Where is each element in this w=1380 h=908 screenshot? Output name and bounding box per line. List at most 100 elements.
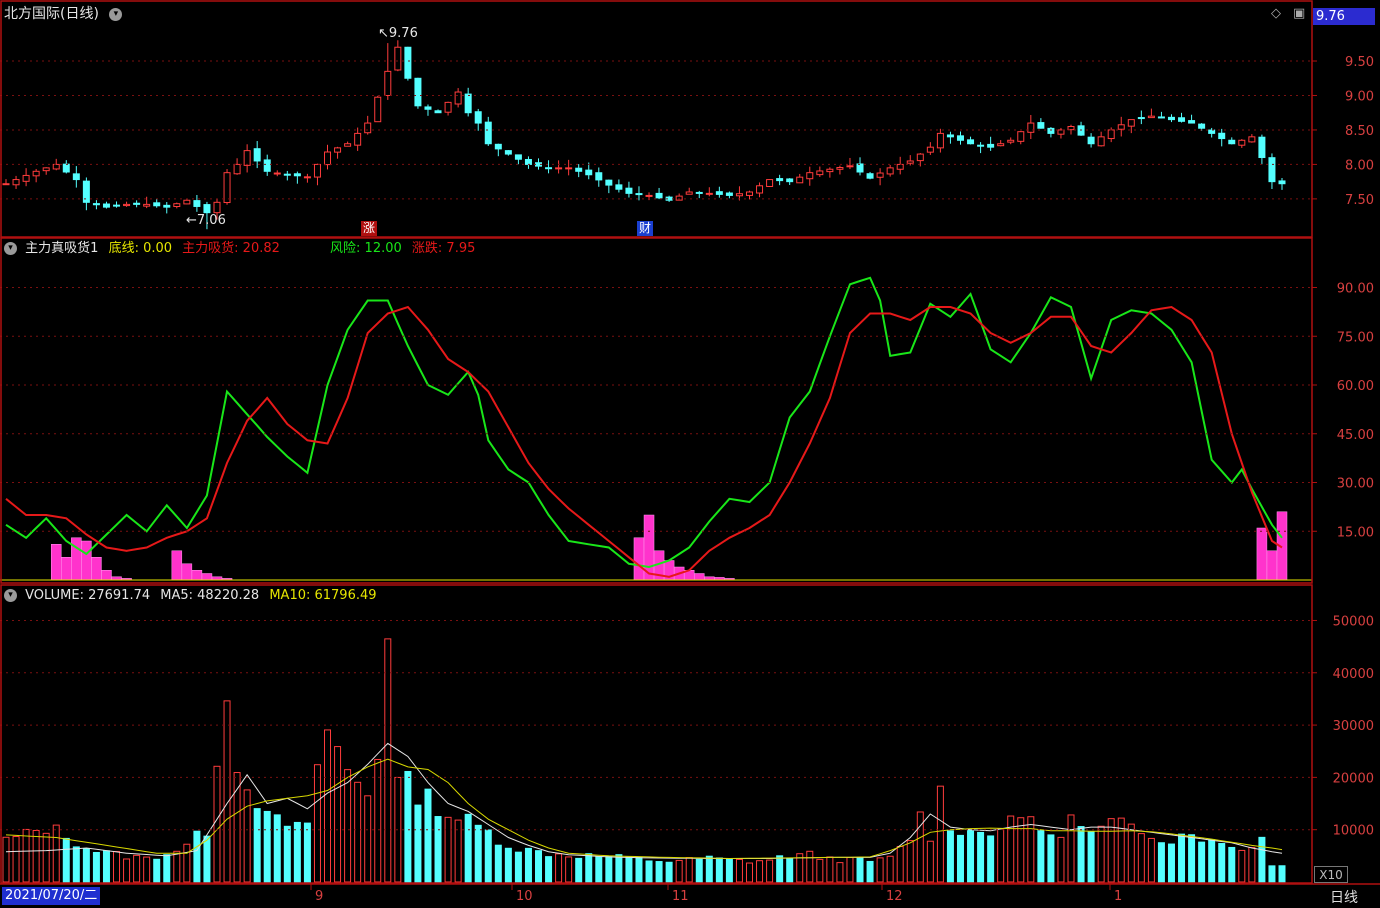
candlestick[interactable] [42,167,50,175]
volume-bar[interactable] [42,832,50,883]
volume-bar[interactable] [153,858,161,883]
candlestick[interactable] [1117,116,1125,137]
volume-bar[interactable] [464,813,472,883]
candlestick[interactable] [615,179,623,193]
volume-bar[interactable] [635,856,643,883]
volume-bar[interactable] [514,851,522,883]
candlestick[interactable] [233,158,241,175]
volume-bar[interactable] [253,808,261,883]
candlestick[interactable] [836,165,844,175]
volume-bar[interactable] [1258,836,1266,883]
candlestick[interactable] [133,200,141,208]
volume-bar[interactable] [1198,841,1206,883]
candlestick[interactable] [1137,110,1145,125]
volume-bar[interactable] [916,811,924,883]
volume-bar[interactable] [504,847,512,883]
candlestick[interactable] [1027,114,1035,140]
candlestick[interactable] [1007,137,1015,145]
price-panel[interactable] [2,40,1286,230]
candlestick[interactable] [987,136,995,151]
volume-bar[interactable] [956,834,964,883]
volume-bar[interactable] [293,821,301,883]
candlestick[interactable] [1188,114,1196,124]
candlestick[interactable] [62,160,70,174]
volume-bar[interactable] [926,840,934,883]
volume-bar[interactable] [1278,865,1286,883]
volume-bar[interactable] [524,847,532,883]
volume-bar[interactable] [474,824,482,883]
volume-bar[interactable] [1077,826,1085,883]
volume-bar[interactable] [685,857,693,883]
volume-bar[interactable] [324,729,332,883]
candlestick[interactable] [293,171,301,184]
candlestick[interactable] [926,142,934,155]
candlestick[interactable] [283,170,291,181]
volume-bar[interactable] [645,860,653,883]
volume-bar[interactable] [545,856,553,883]
volume-bar[interactable] [404,770,412,883]
volume-bar[interactable] [977,831,985,883]
volume-bar[interactable] [1248,846,1256,883]
volume-bar[interactable] [1017,817,1025,883]
candlestick[interactable] [414,77,422,109]
volume-bar[interactable] [494,844,502,883]
volume-bar[interactable] [826,856,834,883]
candlestick[interactable] [595,167,603,187]
candlestick[interactable] [1087,133,1095,148]
volume-bar[interactable] [595,856,603,883]
candlestick[interactable] [1097,131,1105,147]
candlestick[interactable] [273,170,281,177]
candlestick[interactable] [434,109,442,114]
volume-bar[interactable] [1167,843,1175,883]
candlestick[interactable] [575,164,583,178]
volume-bar[interactable] [163,854,171,883]
candlestick[interactable] [12,175,20,189]
volume-bar[interactable] [1178,833,1186,883]
volume-bar[interactable] [2,836,10,883]
volume-bar[interactable] [1208,839,1216,883]
candlestick[interactable] [444,101,452,116]
volume-bar[interactable] [1228,846,1236,883]
candlestick[interactable] [766,179,774,187]
diamond-icon[interactable]: ◇ [1271,6,1281,22]
volume-bar[interactable] [414,804,422,883]
candlestick[interactable] [102,201,110,209]
event-tag-up[interactable]: 涨 [361,221,378,236]
candlestick[interactable] [625,181,633,198]
volume-bar[interactable] [946,830,954,883]
volume-bar[interactable] [213,765,221,883]
volume-bar[interactable] [725,858,733,883]
volume-bar[interactable] [936,785,944,883]
volume-bar[interactable] [1037,830,1045,883]
volume-bar[interactable] [766,859,774,883]
candlestick[interactable] [334,146,342,159]
volume-bar[interactable] [615,854,623,883]
volume-bar[interactable] [364,795,372,883]
volume-bar[interactable] [745,862,753,883]
volume-bar[interactable] [193,830,201,883]
volume-bar[interactable] [273,814,281,883]
candlestick[interactable] [1157,111,1165,119]
volume-bar[interactable] [866,860,874,883]
candlestick[interactable] [153,198,161,208]
candlestick[interactable] [394,40,402,72]
candlestick[interactable] [1248,134,1256,143]
volume-bar[interactable] [1157,842,1165,883]
candlestick[interactable] [896,156,904,175]
volume-bar[interactable] [1067,814,1075,883]
candlestick[interactable] [193,194,201,212]
volume-bar[interactable] [313,764,321,883]
volume-bar[interactable] [876,857,884,883]
candlestick[interactable] [806,166,814,186]
volume-bar[interactable] [12,836,20,883]
volume-bar[interactable] [243,789,251,883]
candlestick[interactable] [424,104,432,116]
candlestick[interactable] [1147,108,1155,119]
candlestick[interactable] [404,46,412,81]
candlestick[interactable] [846,157,854,170]
chart-stage[interactable]: 7.50 8.00 8.50 9.00 9.50 15.00 30.00 45.00 60.00… [0,0,1380,908]
candlestick[interactable] [705,187,713,197]
candlestick[interactable] [1047,127,1055,138]
volume-bar[interactable] [967,829,975,883]
candlestick[interactable] [655,187,663,200]
